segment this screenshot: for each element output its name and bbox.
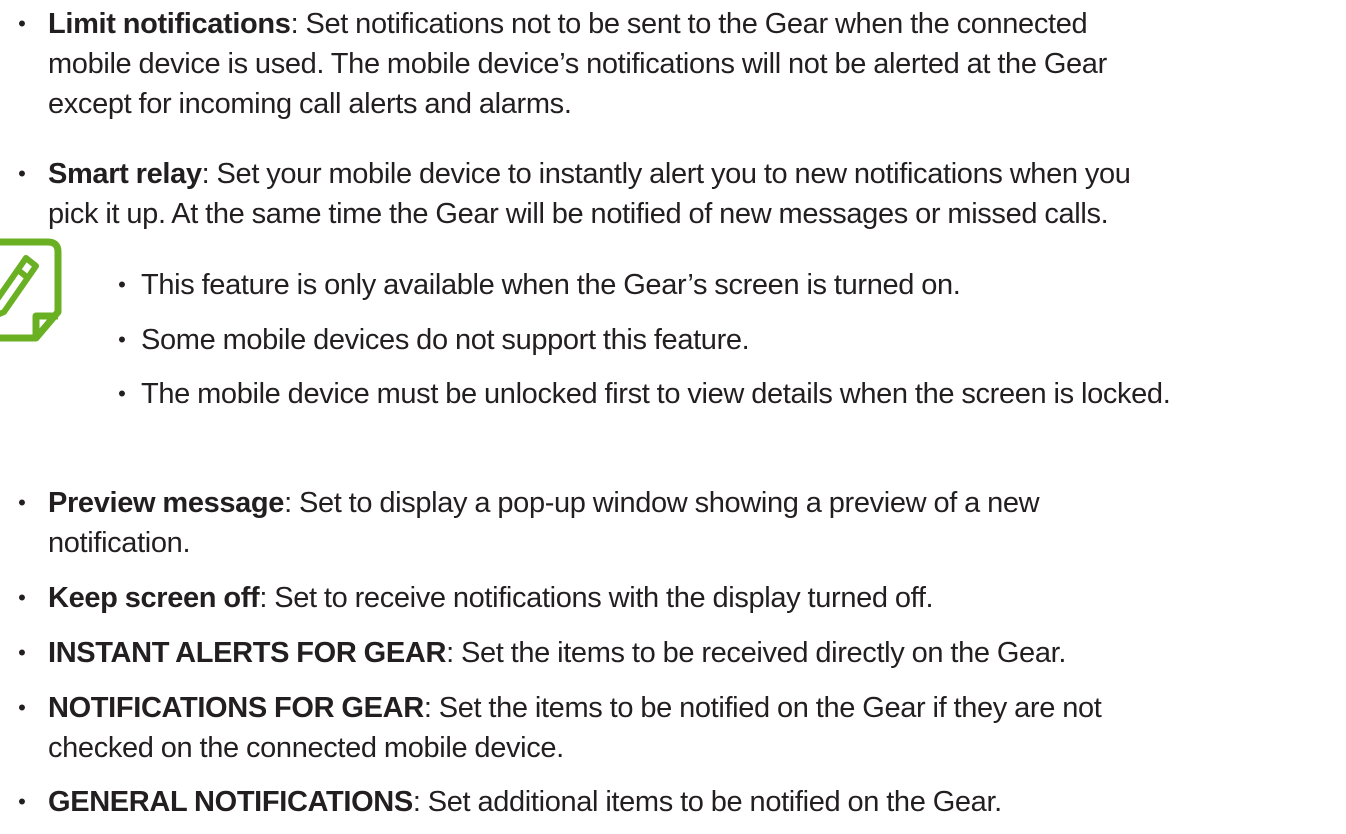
bullet: • <box>18 789 26 814</box>
term-limit-notifications: Limit notifications <box>48 8 291 40</box>
list-item-text: GENERAL NOTIFICATIONS: Set additional it… <box>48 786 1002 818</box>
note-pencil-icon <box>0 238 62 342</box>
term-preview-message: Preview message <box>48 487 285 519</box>
list-item-text: NOTIFICATIONS FOR GEAR: Set the items to… <box>48 692 1102 764</box>
term-general-notifications: GENERAL NOTIFICATIONS <box>48 786 413 818</box>
term-instant-alerts: INSTANT ALERTS FOR GEAR <box>48 637 447 669</box>
list-item-text: Keep screen off: Set to receive notifica… <box>48 582 934 614</box>
bullet: • <box>18 11 26 36</box>
manual-page: • Limit notifications: Set notifications… <box>0 0 1346 834</box>
bullet: • <box>18 695 26 720</box>
bullet: • <box>18 640 26 665</box>
list-item-text: Preview message: Set to display a pop-up… <box>48 487 1040 559</box>
list-item-text: Smart relay: Set your mobile device to i… <box>48 158 1131 230</box>
term-notifications-for-gear: NOTIFICATIONS FOR GEAR <box>48 692 424 724</box>
bullet: • <box>18 161 26 186</box>
list-item-text: INSTANT ALERTS FOR GEAR: Set the items t… <box>48 637 1067 669</box>
bullet: • <box>118 272 126 297</box>
bullet: • <box>118 327 126 352</box>
term-smart-relay: Smart relay <box>48 158 202 190</box>
bullet: • <box>18 585 26 610</box>
bullet: • <box>118 381 126 406</box>
list-item-text: Limit notifications: Set notifications n… <box>48 8 1107 120</box>
term-keep-screen-off: Keep screen off <box>48 582 260 614</box>
bullet: • <box>18 490 26 515</box>
